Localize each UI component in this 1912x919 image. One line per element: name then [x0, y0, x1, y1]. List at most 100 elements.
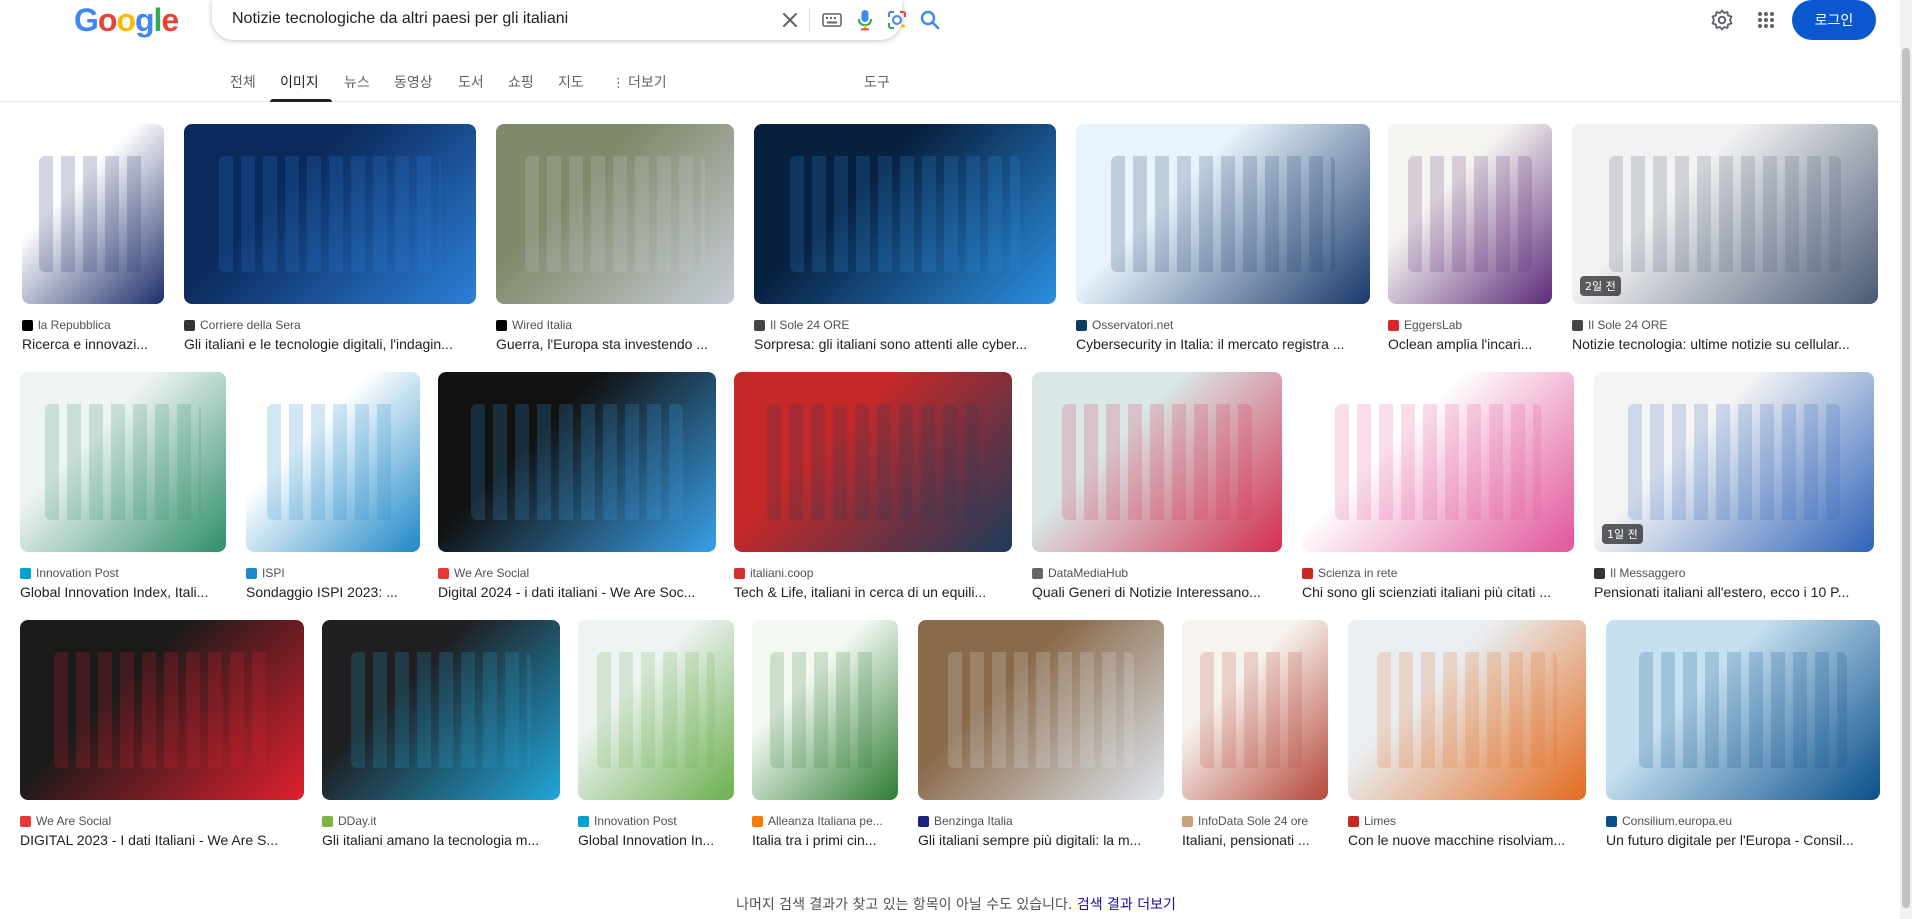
- result-title[interactable]: Guerra, l'Europa sta investendo ...: [496, 336, 734, 352]
- result-thumbnail[interactable]: [754, 124, 1056, 304]
- result-source[interactable]: Innovation Post: [578, 814, 734, 828]
- result-title[interactable]: Sondaggio ISPI 2023: ...: [246, 584, 420, 600]
- result-thumbnail[interactable]: [246, 372, 420, 552]
- result-thumbnail[interactable]: 1일 전: [1594, 372, 1874, 552]
- result-thumbnail[interactable]: [1182, 620, 1328, 800]
- result-thumbnail[interactable]: [496, 124, 734, 304]
- result-source[interactable]: ISPI: [246, 566, 420, 580]
- google-logo[interactable]: Google: [74, 2, 179, 39]
- result-thumbnail[interactable]: [918, 620, 1164, 800]
- result-thumbnail[interactable]: [184, 124, 476, 304]
- image-result-card[interactable]: We Are Social Digital 2024 - i dati itali…: [438, 372, 716, 606]
- result-title[interactable]: Cybersecurity in Italia: il mercato regi…: [1076, 336, 1370, 352]
- image-result-card[interactable]: EggersLab Oclean amplia l'incari...: [1388, 124, 1552, 358]
- result-source[interactable]: Il Messaggero: [1594, 566, 1874, 580]
- result-thumbnail[interactable]: [1302, 372, 1574, 552]
- result-source[interactable]: We Are Social: [20, 814, 304, 828]
- result-title[interactable]: Global Innovation Index, Itali...: [20, 584, 226, 600]
- tab-shopping[interactable]: 쇼핑: [508, 72, 534, 92]
- image-result-card[interactable]: Innovation Post Global Innovation In...: [578, 620, 734, 854]
- scrollbar[interactable]: [1900, 0, 1912, 919]
- result-source[interactable]: italiani.coop: [734, 566, 1012, 580]
- result-thumbnail[interactable]: 2일 전: [1572, 124, 1878, 304]
- result-title[interactable]: Gli italiani e le tecnologie digitali, l…: [184, 336, 476, 352]
- result-source[interactable]: Limes: [1348, 814, 1586, 828]
- result-source[interactable]: Innovation Post: [20, 566, 226, 580]
- result-source[interactable]: la Repubblica: [22, 318, 164, 332]
- result-source[interactable]: InfoData Sole 24 ore: [1182, 814, 1328, 828]
- image-result-card[interactable]: Consilium.europa.eu Un futuro digitale pe…: [1606, 620, 1880, 854]
- image-result-card[interactable]: Corriere della Sera Gli italiani e le tec…: [184, 124, 476, 358]
- search-box[interactable]: [212, 0, 940, 40]
- result-thumbnail[interactable]: [20, 372, 226, 552]
- result-title[interactable]: Con le nuove macchine risolviam...: [1348, 832, 1586, 848]
- image-result-card[interactable]: ISPI Sondaggio ISPI 2023: ...: [246, 372, 420, 606]
- search-icon[interactable]: [918, 8, 942, 32]
- result-thumbnail[interactable]: [438, 372, 716, 552]
- tab-images[interactable]: 이미지: [280, 72, 319, 92]
- image-result-card[interactable]: 1일 전 Il Messaggero Pensionati italiani all…: [1594, 372, 1874, 606]
- result-thumbnail[interactable]: [752, 620, 898, 800]
- login-button[interactable]: 로그인: [1792, 0, 1876, 40]
- result-title[interactable]: Notizie tecnologia: ultime notizie su ce…: [1572, 336, 1878, 352]
- result-source[interactable]: DataMediaHub: [1032, 566, 1282, 580]
- tab-tools[interactable]: 도구: [864, 72, 890, 92]
- tab-maps[interactable]: 지도: [558, 72, 584, 92]
- image-result-card[interactable]: DataMediaHub Quali Generi di Notizie Inte…: [1032, 372, 1282, 606]
- result-thumbnail[interactable]: [22, 124, 164, 304]
- result-title[interactable]: Chi sono gli scienziati italiani più cit…: [1302, 584, 1574, 600]
- image-result-card[interactable]: Alleanza Italiana pe... Italia tra i prim…: [752, 620, 898, 854]
- image-result-card[interactable]: Benzinga Italia Gli italiani sempre più d…: [918, 620, 1164, 854]
- result-source[interactable]: Scienza in rete: [1302, 566, 1574, 580]
- image-result-card[interactable]: Il Sole 24 ORE Sorpresa: gli italiani son…: [754, 124, 1056, 358]
- result-title[interactable]: Pensionati italiani all'estero, ecco i 1…: [1594, 584, 1874, 600]
- result-thumbnail[interactable]: [322, 620, 560, 800]
- image-result-card[interactable]: We Are Social DIGITAL 2023 - I dati Itali…: [20, 620, 304, 854]
- result-title[interactable]: Italiani, pensionati ...: [1182, 832, 1328, 848]
- image-result-card[interactable]: Wired Italia Guerra, l'Europa sta investe…: [496, 124, 734, 358]
- tab-news[interactable]: 뉴스: [344, 72, 370, 92]
- result-thumbnail[interactable]: [1388, 124, 1552, 304]
- result-title[interactable]: Gli italiani amano la tecnologia m...: [322, 832, 560, 848]
- result-title[interactable]: DIGITAL 2023 - I dati Italiani - We Are …: [20, 832, 304, 848]
- tab-videos[interactable]: 동영상: [394, 72, 433, 92]
- result-title[interactable]: Oclean amplia l'incari...: [1388, 336, 1552, 352]
- result-source[interactable]: DDay.it: [322, 814, 560, 828]
- result-title[interactable]: Global Innovation In...: [578, 832, 734, 848]
- result-thumbnail[interactable]: [1076, 124, 1370, 304]
- result-source[interactable]: We Are Social: [438, 566, 716, 580]
- result-title[interactable]: Sorpresa: gli italiani sono attenti alle…: [754, 336, 1056, 352]
- result-thumbnail[interactable]: [1032, 372, 1282, 552]
- image-result-card[interactable]: Innovation Post Global Innovation Index, …: [20, 372, 226, 606]
- image-result-card[interactable]: italiani.coop Tech & Life, italiani in ce…: [734, 372, 1012, 606]
- result-source[interactable]: Il Sole 24 ORE: [754, 318, 1056, 332]
- lens-icon[interactable]: [885, 8, 909, 32]
- apps-grid-icon[interactable]: [1752, 0, 1780, 40]
- image-result-card[interactable]: Limes Con le nuove macchine risolviam...: [1348, 620, 1586, 854]
- image-result-card[interactable]: DDay.it Gli italiani amano la tecnologia …: [322, 620, 560, 854]
- settings-gear-icon[interactable]: [1708, 0, 1736, 40]
- result-thumbnail[interactable]: [578, 620, 734, 800]
- result-title[interactable]: Digital 2024 - i dati italiani - We Are …: [438, 584, 716, 600]
- image-result-card[interactable]: la Repubblica Ricerca e innovazi...: [22, 124, 164, 358]
- result-source[interactable]: Osservatori.net: [1076, 318, 1370, 332]
- search-input[interactable]: [232, 8, 692, 30]
- clear-icon[interactable]: [778, 8, 802, 32]
- image-result-card[interactable]: InfoData Sole 24 ore Italiani, pensionati…: [1182, 620, 1328, 854]
- tab-more[interactable]: ⋮ 더보기: [612, 72, 667, 92]
- scrollbar-thumb[interactable]: [1902, 48, 1910, 908]
- result-title[interactable]: Un futuro digitale per l'Europa - Consil…: [1606, 832, 1880, 848]
- result-source[interactable]: Wired Italia: [496, 318, 734, 332]
- result-source[interactable]: EggersLab: [1388, 318, 1552, 332]
- result-thumbnail[interactable]: [1348, 620, 1586, 800]
- result-title[interactable]: Ricerca e innovazi...: [22, 336, 164, 352]
- image-result-card[interactable]: 2일 전 Il Sole 24 ORE Notizie tecnologia: ul…: [1572, 124, 1878, 358]
- result-title[interactable]: Italia tra i primi cin...: [752, 832, 898, 848]
- more-results-link[interactable]: 검색 결과 더보기: [1077, 897, 1176, 913]
- result-thumbnail[interactable]: [1606, 620, 1880, 800]
- result-source[interactable]: Benzinga Italia: [918, 814, 1164, 828]
- result-source[interactable]: Corriere della Sera: [184, 318, 476, 332]
- result-thumbnail[interactable]: [20, 620, 304, 800]
- tab-all[interactable]: 전체: [230, 72, 256, 92]
- result-title[interactable]: Tech & Life, italiani in cerca di un equ…: [734, 584, 1012, 600]
